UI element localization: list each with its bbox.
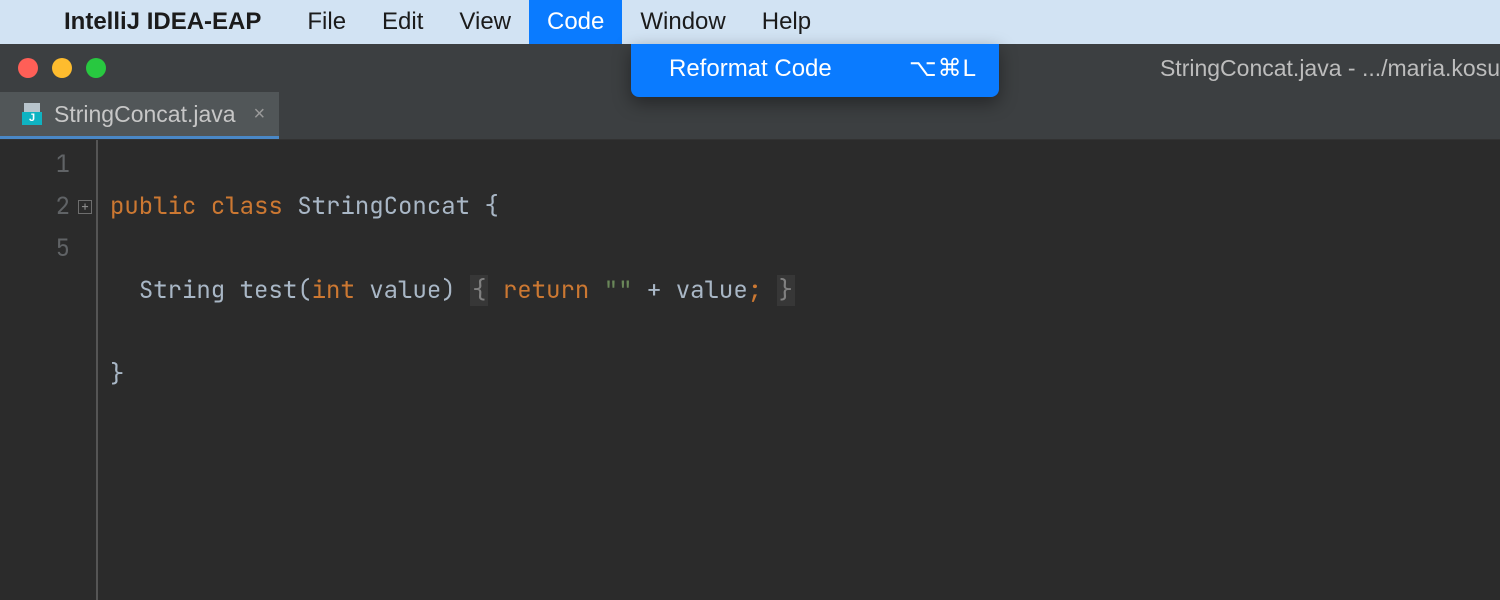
token-brace: } <box>777 275 795 306</box>
token-paren: ) <box>441 275 455 306</box>
tab-label: StringConcat.java <box>54 101 236 128</box>
token-brace: } <box>110 359 124 390</box>
token-method: test <box>240 275 298 306</box>
menu-edit[interactable]: Edit <box>364 0 441 44</box>
menu-help[interactable]: Help <box>744 0 829 44</box>
code-menu-dropdown: Reformat Code ⌥⌘L <box>631 44 999 97</box>
line-number: 5 <box>0 228 70 270</box>
tab-stringconcat[interactable]: StringConcat.java × <box>0 92 279 139</box>
macos-menubar: IntelliJ IDEA-EAP File Edit View Code Wi… <box>0 0 1500 44</box>
menu-file[interactable]: File <box>289 0 364 44</box>
editor-tabbar: StringConcat.java × <box>0 92 1500 140</box>
menu-view[interactable]: View <box>441 0 529 44</box>
token-keyword: public <box>110 191 196 222</box>
line-number-text: 2 <box>56 191 70 222</box>
close-window-icon[interactable] <box>18 58 38 78</box>
maximize-window-icon[interactable] <box>86 58 106 78</box>
menu-items: File Edit View Code Window Help <box>289 0 829 44</box>
menu-window[interactable]: Window <box>622 0 743 44</box>
minimize-window-icon[interactable] <box>52 58 72 78</box>
line-number: 2 + <box>0 186 70 228</box>
token-operator: + <box>647 275 661 306</box>
token-param: value <box>369 275 441 306</box>
code-line: public class StringConcat { <box>110 186 795 228</box>
token-semicolon: ; <box>748 275 762 306</box>
token-keyword: int <box>312 275 355 306</box>
token-keyword: class <box>211 191 283 222</box>
token-type: String <box>139 275 225 306</box>
menu-item-label: Reformat Code <box>669 55 832 83</box>
window-title: StringConcat.java - .../maria.kosu <box>1160 55 1500 82</box>
menu-code[interactable]: Code <box>529 0 622 44</box>
java-file-icon <box>22 103 44 125</box>
token-paren: ( <box>297 275 311 306</box>
token-keyword: return <box>503 275 589 306</box>
token-identifier: StringConcat <box>297 191 470 222</box>
token-string: "" <box>604 275 633 306</box>
traffic-lights <box>18 58 106 78</box>
code-area[interactable]: public class StringConcat { String test(… <box>98 140 795 600</box>
menu-item-shortcut: ⌥⌘L <box>909 54 977 83</box>
token-brace: { <box>470 275 488 306</box>
close-tab-icon[interactable]: × <box>254 103 266 126</box>
code-editor[interactable]: 1 2 + 5 public class StringConcat { Stri… <box>0 140 1500 600</box>
line-gutter: 1 2 + 5 <box>0 140 98 600</box>
app-name[interactable]: IntelliJ IDEA-EAP <box>64 8 261 36</box>
code-line: } <box>110 354 795 396</box>
line-number: 1 <box>0 144 70 186</box>
token-brace: { <box>484 191 498 222</box>
token-identifier: value <box>676 275 748 306</box>
fold-expand-icon[interactable]: + <box>78 200 92 214</box>
menu-item-reformat-code[interactable]: Reformat Code ⌥⌘L <box>631 44 999 97</box>
code-line: String test(int value) { return "" + val… <box>110 270 795 312</box>
